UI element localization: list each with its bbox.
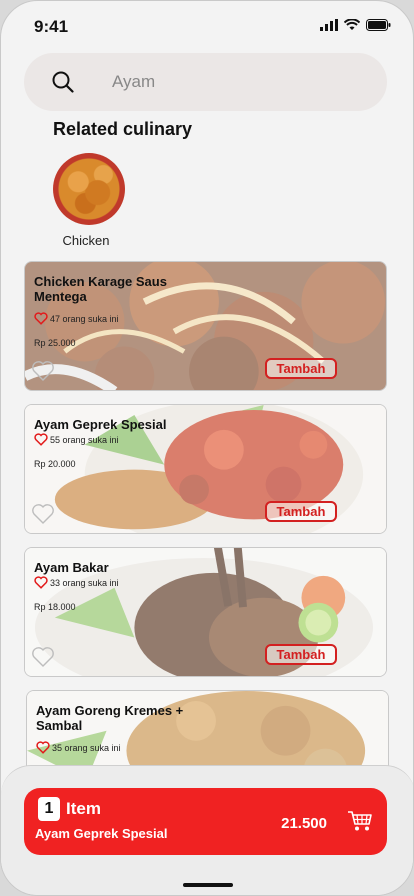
phone-screen: 9:41 Related culinary <box>0 0 414 896</box>
likes-row: 47 orang suka ini <box>34 312 119 325</box>
cart-panel: 1 Item Ayam Geprek Spesial 21.500 <box>1 765 413 895</box>
likes-text: 55 orang suka ini <box>50 434 119 445</box>
favorite-heart-icon[interactable] <box>31 360 55 382</box>
shopping-cart-icon[interactable] <box>347 810 373 832</box>
menu-card[interactable]: Ayam Geprek Spesial 55 orang suka ini Rp… <box>24 404 387 534</box>
heart-icon <box>34 576 48 589</box>
menu-item-price: Rp 20.000 <box>34 459 76 469</box>
wifi-icon <box>344 19 360 30</box>
related-culinary-title: Related culinary <box>53 119 193 139</box>
menu-item-name: Ayam Goreng Kremes + Sambal <box>36 703 184 733</box>
likes-text: 35 orang suka ini <box>52 742 121 753</box>
signal-icon <box>320 19 338 31</box>
likes-text: 33 orang suka ini <box>50 577 119 588</box>
add-button[interactable]: Tambah <box>265 644 337 665</box>
menu-item-name: Ayam Geprek Spesial <box>34 417 167 432</box>
heart-icon <box>34 312 48 325</box>
menu-item-price: Rp 18.000 <box>34 602 76 612</box>
heart-icon <box>36 741 50 754</box>
cart-total: 21.500 <box>281 815 327 832</box>
search-bar[interactable] <box>24 53 387 111</box>
menu-item-name: Ayam Bakar <box>34 560 109 575</box>
search-icon[interactable] <box>52 71 74 93</box>
favorite-heart-icon[interactable] <box>31 503 55 525</box>
menu-card[interactable]: Chicken Karage Saus Mentega 47 orang suk… <box>24 261 387 391</box>
menu-item-price: Rp 25.000 <box>34 338 76 348</box>
add-button[interactable]: Tambah <box>265 501 337 522</box>
cart-item-label: Item <box>66 799 101 818</box>
cart-product-name: Ayam Geprek Spesial <box>35 826 168 841</box>
status-icons <box>320 19 391 31</box>
status-time: 9:41 <box>34 17 69 36</box>
category-chicken[interactable]: Chicken <box>53 153 125 248</box>
add-button[interactable]: Tambah <box>265 358 337 379</box>
favorite-heart-icon[interactable] <box>31 646 55 668</box>
category-label: Chicken <box>62 233 110 248</box>
menu-item-name: Chicken Karage Saus Mentega <box>34 274 167 304</box>
cart-count-badge: 1 <box>38 797 60 821</box>
status-bar: 9:41 <box>1 1 413 51</box>
likes-row: 35 orang suka ini <box>36 741 121 754</box>
likes-text: 47 orang suka ini <box>50 313 119 324</box>
likes-row: 33 orang suka ini <box>34 576 119 589</box>
menu-card[interactable]: Ayam Bakar 33 orang suka ini Rp 18.000 T… <box>24 547 387 677</box>
likes-row: 55 orang suka ini <box>34 433 119 446</box>
heart-icon <box>34 433 48 446</box>
chicken-thumbnail[interactable] <box>53 153 125 225</box>
home-indicator <box>183 883 233 887</box>
cart-bar[interactable]: 1 Item Ayam Geprek Spesial 21.500 <box>24 788 387 855</box>
search-input[interactable] <box>112 69 362 95</box>
battery-icon <box>366 19 391 31</box>
